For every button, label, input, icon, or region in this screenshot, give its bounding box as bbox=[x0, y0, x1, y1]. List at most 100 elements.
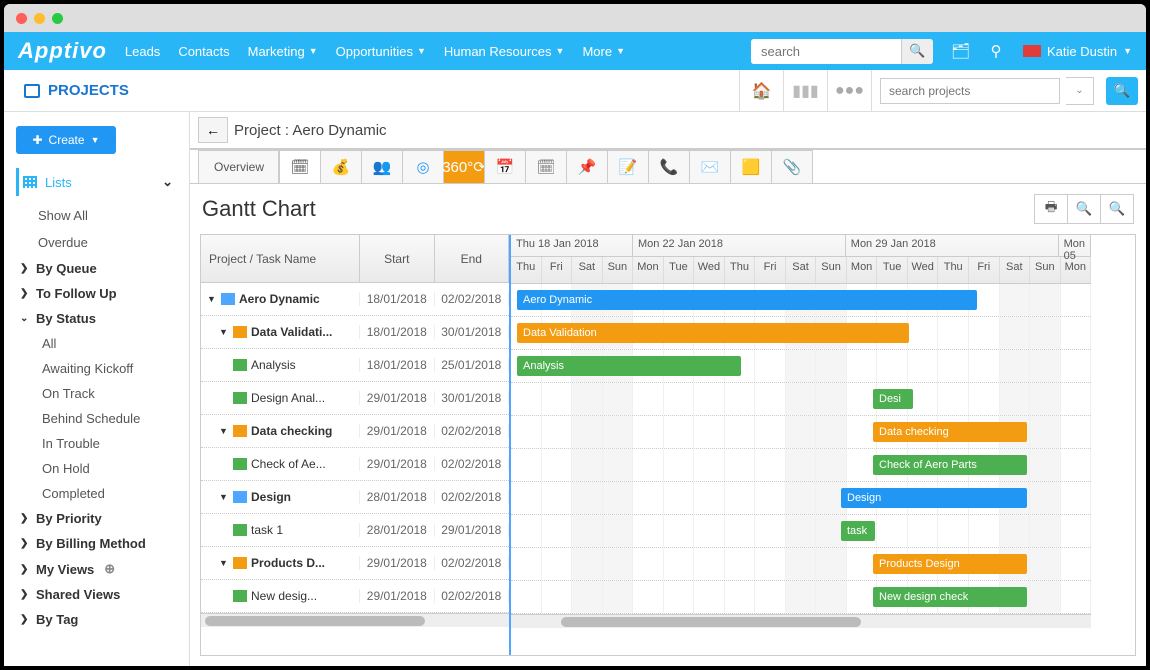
task-row[interactable]: Analysis18/01/201825/01/2018 bbox=[201, 349, 509, 382]
nav-human-resources[interactable]: Human Resources▼ bbox=[444, 44, 565, 59]
sidebar-item-show-all[interactable]: Show All bbox=[16, 202, 177, 229]
gantt-bar[interactable]: Design bbox=[841, 488, 1027, 508]
sidebar-status-on-hold[interactable]: On Hold bbox=[16, 456, 177, 481]
task-start: 18/01/2018 bbox=[360, 292, 435, 306]
task-start: 29/01/2018 bbox=[360, 589, 434, 603]
task-row[interactable]: task 128/01/201829/01/2018 bbox=[201, 514, 509, 547]
left-scrollbar[interactable] bbox=[201, 613, 509, 627]
sidebar-group-to-follow[interactable]: ❯To Follow Up bbox=[16, 281, 177, 306]
sidebar-group-by-billing[interactable]: ❯By Billing Method bbox=[16, 531, 177, 556]
back-button[interactable]: ← bbox=[198, 117, 228, 143]
tree-toggle-icon[interactable]: ▼ bbox=[219, 426, 229, 436]
sticky-note-icon[interactable]: 🟨 bbox=[730, 150, 772, 183]
task-name: Analysis bbox=[251, 358, 296, 372]
module-search-input[interactable] bbox=[880, 78, 1060, 104]
task-start: 18/01/2018 bbox=[360, 358, 434, 372]
task-start: 18/01/2018 bbox=[360, 325, 434, 339]
sidebar-lists-header[interactable]: Lists⌄ bbox=[16, 168, 177, 196]
gantt-bar[interactable]: New design check bbox=[873, 587, 1027, 607]
task-end: 30/01/2018 bbox=[435, 325, 509, 339]
sidebar-status-completed[interactable]: Completed bbox=[16, 481, 177, 506]
nav-marketing[interactable]: Marketing▼ bbox=[248, 44, 318, 59]
tree-toggle-icon[interactable]: ▼ bbox=[207, 294, 217, 304]
task-row[interactable]: ▼Data checking29/01/201802/02/2018 bbox=[201, 415, 509, 448]
people-icon[interactable]: 👥 bbox=[361, 150, 403, 183]
money-bag-icon[interactable]: 💰 bbox=[320, 150, 362, 183]
task-row[interactable]: Check of Ae...29/01/201802/02/2018 bbox=[201, 448, 509, 481]
task-row[interactable]: Design Anal...29/01/201830/01/2018 bbox=[201, 382, 509, 415]
sidebar-group-by-priority[interactable]: ❯By Priority bbox=[16, 506, 177, 531]
attachment-icon[interactable]: 📎 bbox=[771, 150, 813, 183]
nav-opportunities[interactable]: Opportunities▼ bbox=[336, 44, 426, 59]
zoom-out-button[interactable]: 🔍 bbox=[1100, 194, 1134, 224]
print-button[interactable]: 🖶 bbox=[1034, 194, 1068, 224]
user-menu[interactable]: Katie Dustin ▼ bbox=[1023, 44, 1132, 59]
crumb-project-name: Aero Dynamic bbox=[292, 122, 386, 139]
global-search-input[interactable] bbox=[751, 39, 901, 64]
right-scrollbar[interactable] bbox=[511, 614, 1091, 628]
gantt-row: Data Validation bbox=[511, 317, 1091, 350]
schedule-icon[interactable]: 🗓 bbox=[525, 150, 567, 183]
task-row[interactable]: ▼Data Validati...18/01/201830/01/2018 bbox=[201, 316, 509, 349]
pin-icon[interactable]: 📌 bbox=[566, 150, 608, 183]
sidebar-group-by-queue[interactable]: ❯By Queue bbox=[16, 256, 177, 281]
task-end: 02/02/2018 bbox=[435, 589, 509, 603]
nav-contacts[interactable]: Contacts bbox=[178, 44, 229, 59]
window-max-icon[interactable] bbox=[52, 13, 63, 24]
sidebar-status-on-track[interactable]: On Track bbox=[16, 381, 177, 406]
timeline-day: Thu bbox=[938, 257, 969, 283]
task-row[interactable]: ▼Design28/01/201802/02/2018 bbox=[201, 481, 509, 514]
sidebar-status-in-trouble[interactable]: In Trouble bbox=[16, 431, 177, 456]
gantt-bar[interactable]: task bbox=[841, 521, 875, 541]
sidebar-group-by-status[interactable]: ⌄By Status bbox=[16, 306, 177, 331]
task-row[interactable]: ▼Aero Dynamic18/01/201802/02/2018 bbox=[201, 283, 509, 316]
sidebar-group-by-tag[interactable]: ❯By Tag bbox=[16, 607, 177, 632]
global-search-button[interactable]: 🔍 bbox=[901, 39, 933, 64]
tree-toggle-icon[interactable]: ▼ bbox=[219, 327, 229, 337]
sidebar-group-shared[interactable]: ❯Shared Views bbox=[16, 582, 177, 607]
gantt-bar[interactable]: Analysis bbox=[517, 356, 741, 376]
more-horizontal-icon[interactable]: ●●● bbox=[827, 70, 871, 111]
search-dropdown-icon[interactable]: ⌄ bbox=[1066, 77, 1094, 105]
module-search-button[interactable]: 🔍 bbox=[1106, 77, 1138, 105]
home-icon[interactable]: 🏠 bbox=[739, 70, 783, 111]
tab-gantt-icon[interactable]: 🗓 bbox=[279, 150, 321, 183]
gantt-bar[interactable]: Data checking bbox=[873, 422, 1027, 442]
target-icon[interactable]: ◎ bbox=[402, 150, 444, 183]
gantt-bar[interactable]: Desi bbox=[873, 389, 913, 409]
chart-bars-icon[interactable]: ▮▮▮ bbox=[783, 70, 827, 111]
sidebar-status-all[interactable]: All bbox=[16, 331, 177, 356]
apps-icon[interactable]: 🗂 bbox=[951, 42, 969, 60]
tab-overview[interactable]: Overview bbox=[198, 150, 280, 183]
sidebar-status-awaiting-kickoff[interactable]: Awaiting Kickoff bbox=[16, 356, 177, 381]
sidebar-group-my-views[interactable]: ❯My Views⊕ bbox=[16, 556, 177, 582]
tab-360[interactable]: 360° ⟳ bbox=[443, 150, 485, 183]
gantt-bar[interactable]: Check of Aero Parts bbox=[873, 455, 1027, 475]
sidebar-item-overdue[interactable]: Overdue bbox=[16, 229, 177, 256]
sidebar-collapse-handle[interactable]: ‹ bbox=[189, 452, 190, 492]
task-start: 29/01/2018 bbox=[360, 391, 434, 405]
mail-icon[interactable]: ✉️ bbox=[689, 150, 731, 183]
gantt-bar[interactable]: Data Validation bbox=[517, 323, 909, 343]
sidebar-status-behind-schedule[interactable]: Behind Schedule bbox=[16, 406, 177, 431]
nav-leads[interactable]: Leads bbox=[125, 44, 160, 59]
gantt-bar[interactable]: Products Design bbox=[873, 554, 1027, 574]
phone-icon[interactable]: 📞 bbox=[648, 150, 690, 183]
note-icon[interactable]: 📝 bbox=[607, 150, 649, 183]
gantt-bar[interactable]: Aero Dynamic bbox=[517, 290, 977, 310]
timeline-day: Sun bbox=[1030, 257, 1061, 283]
window-min-icon[interactable] bbox=[34, 13, 45, 24]
zoom-in-button[interactable]: 🔍 bbox=[1067, 194, 1101, 224]
nav-more[interactable]: More▼ bbox=[582, 44, 625, 59]
plus-icon[interactable]: ⊕ bbox=[104, 561, 115, 577]
tree-toggle-icon[interactable]: ▼ bbox=[219, 492, 229, 502]
notifications-icon[interactable]: ⚲ bbox=[987, 42, 1005, 60]
window-close-icon[interactable] bbox=[16, 13, 27, 24]
task-row[interactable]: New desig...29/01/201802/02/2018 bbox=[201, 580, 509, 613]
brand-logo: Apptivo bbox=[18, 38, 107, 64]
timeline-day: Thu bbox=[725, 257, 756, 283]
calendar-icon[interactable]: 📅 bbox=[484, 150, 526, 183]
task-row[interactable]: ▼Products D...29/01/201802/02/2018 bbox=[201, 547, 509, 580]
create-button[interactable]: ✚ Create ▼ bbox=[16, 126, 116, 154]
tree-toggle-icon[interactable]: ▼ bbox=[219, 558, 229, 568]
